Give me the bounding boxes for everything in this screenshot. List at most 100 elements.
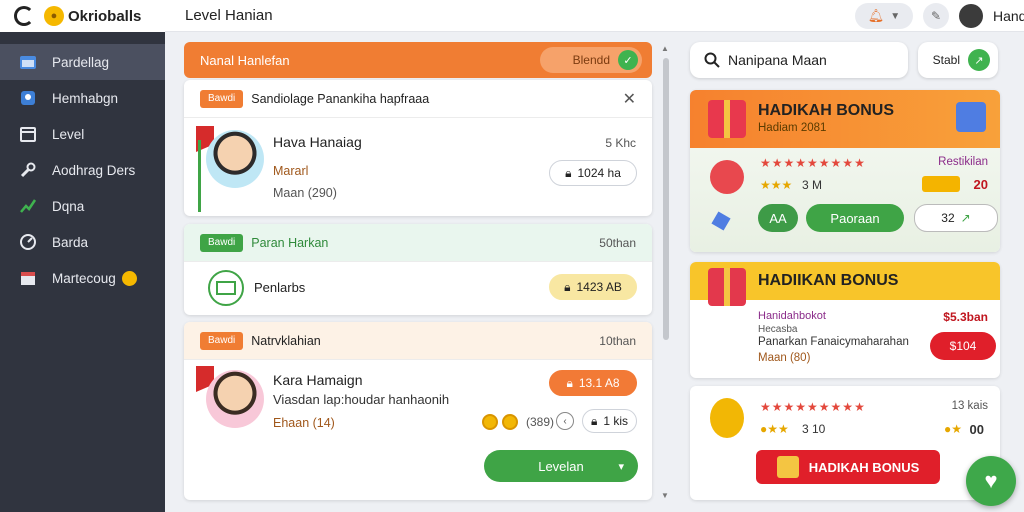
sidebar-item-dqna[interactable]: Dqna	[0, 188, 165, 224]
price-chip[interactable]: 🔒︎ 1024 ha	[549, 160, 637, 186]
sidebar-item-label: Dqna	[52, 198, 85, 214]
bonus-count-chip[interactable]: 32 ↗	[914, 204, 998, 232]
gift-icon	[708, 100, 746, 138]
scroll-up-icon[interactable]: ▲	[661, 44, 669, 53]
banner-pill-label: Blendd	[572, 53, 610, 67]
buy-button[interactable]: $104	[930, 332, 996, 360]
username[interactable]: Handan	[993, 8, 1024, 24]
bonus-main-button[interactable]: Paoraan	[806, 204, 904, 232]
sidebar: ● Okrioballs Pardellag Hemhabgn Level Ao…	[0, 0, 165, 512]
trend-icon: ↗	[960, 211, 971, 225]
sidebar-item-label: Aodhrag Ders	[52, 162, 136, 178]
bonus-line-2: Hecasba	[758, 324, 798, 335]
chevron-down-icon: ▾	[618, 460, 624, 473]
sidebar-item-hemhabgn[interactable]: Hemhabgn	[0, 80, 165, 116]
card-title: Paran Harkan	[251, 235, 329, 250]
sidebar-item-label: Pardellag	[52, 54, 110, 70]
section-banner: Nanal Hanlefan Blendd ✓	[184, 42, 652, 78]
tools-button[interactable]: ✎	[923, 3, 949, 29]
sidebar-item-martecoug[interactable]: Martecoug	[0, 260, 165, 296]
lock-icon: 🔒︎	[566, 375, 573, 390]
card-tag: Bawdi	[200, 233, 244, 252]
banner-toggle[interactable]: Blendd ✓	[540, 47, 642, 73]
bonus-link[interactable]: Restikilan	[938, 156, 988, 168]
chevron-icon[interactable]: ‹	[556, 412, 574, 430]
chip-label: 13.1 A8	[578, 376, 620, 390]
chevron-down-icon: ▼	[890, 10, 901, 22]
gift-icon	[776, 456, 799, 478]
sidebar-item-aodhrag[interactable]: Aodhrag Ders	[0, 152, 165, 188]
bonus-card-1: HADIKAH BONUS Hadiam 2081 ★★★★★★★★★ Rest…	[690, 90, 1000, 252]
sidebar-nav: Pardellag Hemhabgn Level Aodhrag Ders Dq…	[0, 44, 165, 296]
sidebar-item-level[interactable]: Level	[0, 116, 165, 152]
sidebar-item-label: Hemhabgn	[52, 90, 119, 106]
sidebar-item-label: Martecoug	[52, 270, 116, 286]
button-label: Levelan	[538, 458, 584, 474]
heart-icon: ♥	[984, 468, 998, 493]
user-desc: Viasdan lap:houdar hanhaonih	[273, 392, 450, 407]
wrench-icon: ✎	[930, 9, 942, 23]
bonus-claim-button[interactable]: HADIKAH BONUS	[756, 450, 940, 484]
stat-label: Stabl	[932, 53, 960, 67]
scroll-down-icon[interactable]: ▼	[661, 491, 669, 500]
bonus-rate: 3 10	[802, 422, 826, 436]
bonus-line-1: Hanidahbokot	[758, 310, 826, 322]
top-bar: Level Hanian 🔔︎ ▼ ✎ Handan	[165, 0, 1024, 32]
feed-scrollbar[interactable]: ▲ ▼	[660, 44, 672, 500]
lock-icon: 🔒︎	[590, 413, 598, 428]
gauge-icon	[18, 232, 38, 252]
brand-bar[interactable]: ● Okrioballs	[0, 0, 165, 32]
avatar[interactable]	[959, 4, 983, 28]
register-icon	[208, 270, 244, 306]
stat-button[interactable]: Stabl ↗	[918, 42, 998, 78]
search-input[interactable]: Nanipana Maan	[690, 42, 908, 78]
coin-icon: ●	[44, 6, 64, 26]
sidebar-item-pardellag[interactable]: Pardellag	[0, 44, 165, 80]
level-button[interactable]: Levelan ▾	[484, 450, 638, 482]
brand-name: Okrioballs	[68, 7, 142, 25]
lock-icon: 🔒︎	[564, 279, 571, 294]
user-line-1: Mararl	[273, 164, 309, 178]
aa-button[interactable]: AA	[758, 204, 798, 232]
notifications-dropdown[interactable]: 🔔︎ ▼	[855, 3, 913, 29]
card-header: Bawdi Natrvklahian 10than	[184, 322, 652, 360]
chip-label: 1 kis	[603, 414, 629, 428]
card-header: Bawdi Paran Harkan 50than	[184, 224, 652, 262]
smiley-badge-icon	[121, 270, 137, 286]
button-label: $104	[949, 339, 977, 353]
time-label: 5 Khc	[605, 136, 636, 150]
close-icon[interactable]: ✕	[623, 89, 636, 109]
small-chip[interactable]: 🔒︎ 1 kis	[582, 409, 637, 433]
gift-icon	[708, 268, 746, 306]
lock-icon: 🔒︎	[565, 165, 572, 180]
progress-line	[198, 140, 201, 212]
favorite-fab[interactable]: ♥	[966, 456, 1016, 506]
coins-icon	[922, 176, 960, 192]
chip-label: 32	[941, 211, 955, 225]
trend-icon: ↗	[968, 49, 990, 71]
card-time: 10than	[599, 333, 636, 348]
scrollbar-thumb[interactable]	[663, 58, 669, 340]
bonus-header: HADIIKAN BONUS	[690, 262, 1000, 306]
coin-bag-icon	[710, 398, 744, 438]
calendar-grid-icon	[18, 124, 38, 144]
card-time: 50than	[599, 235, 636, 250]
price-chip[interactable]: 🔒︎ 13.1 A8	[549, 370, 637, 396]
price-chip[interactable]: 🔒︎ 1423 AB	[549, 274, 637, 300]
search-text: Nanipana Maan	[728, 52, 827, 68]
sidebar-item-barda[interactable]: Barda	[0, 224, 165, 260]
avatar	[206, 370, 264, 428]
bonus-price: $5.3ban	[943, 310, 988, 324]
wrench-icon	[18, 160, 38, 180]
task-card-1: Bawdi Sandiolage Panankiha hapfraaa ✕ Ha…	[184, 80, 652, 216]
card-header: Bawdi Sandiolage Panankiha hapfraaa ✕	[184, 80, 652, 118]
bonus-count-2: 00	[969, 422, 984, 437]
gold-stars: ★★★	[760, 178, 793, 192]
bonus-line-3: Panarkan Fanaicymaharahan	[758, 336, 909, 348]
calendar-icon	[18, 52, 38, 72]
gem-icon	[711, 211, 731, 231]
header-actions: 🔔︎ ▼ ✎ Handan	[855, 0, 1024, 32]
user-name: Hava Hanaiag	[273, 134, 362, 150]
app-logo-icon	[14, 6, 34, 26]
card-tag: Bawdi	[200, 331, 244, 350]
